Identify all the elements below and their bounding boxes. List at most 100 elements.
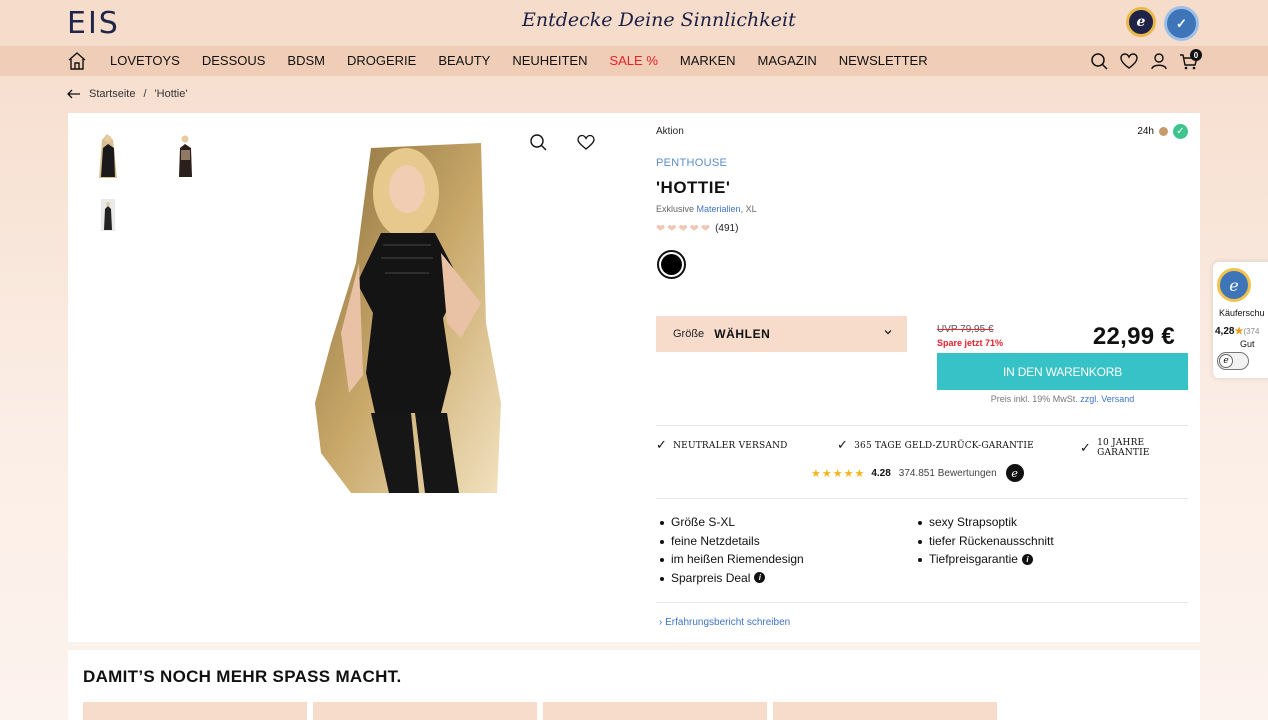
info-icon[interactable]: i — [1021, 553, 1033, 565]
nav-item-marken[interactable]: MARKEN — [680, 53, 736, 68]
nav-actions: 0 — [1089, 49, 1202, 72]
product-brand[interactable]: PENTHOUSE — [656, 157, 727, 169]
recommendation-card[interactable] — [313, 702, 537, 720]
feature-item: im heißen Riemendesign — [660, 552, 804, 566]
thumbnail-3[interactable] — [93, 197, 123, 233]
usp-money-back: ✓ 365 TAGE GELD-ZURÜCK-GARANTIE — [837, 438, 1034, 453]
nav-item-bdsm[interactable]: BDSM — [287, 53, 325, 68]
main-nav: LOVETOYS DESSOUS BDSM DROGERIE BEAUTY NE… — [0, 46, 1268, 76]
breadcrumb-separator: / — [143, 88, 147, 100]
delivery-time: 24h — [1137, 126, 1154, 137]
savings-label: Spare jetzt 71% — [937, 338, 1004, 348]
add-to-cart-button[interactable]: IN DEN WARENKORB — [937, 353, 1188, 390]
nav-item-dessous[interactable]: DESSOUS — [202, 53, 266, 68]
add-to-wishlist-heart-icon[interactable] — [577, 133, 595, 151]
nav-menu: LOVETOYS DESSOUS BDSM DROGERIE BEAUTY NE… — [110, 53, 950, 68]
shop-rating[interactable]: ★★★★★ 4.28 374.851 Bewertungen e — [811, 464, 1024, 482]
breadcrumb-current: 'Hottie' — [154, 88, 188, 100]
usp-warranty: ✓ 10 JAHRE GARANTIE — [1080, 438, 1188, 458]
product-title: 'HOTTIE' — [656, 178, 731, 197]
delivery-badge: 24h ✓ — [1137, 124, 1188, 139]
home-icon[interactable] — [67, 51, 87, 71]
usp-row: ✓ NEUTRALER VERSAND ✓ 365 TAGE GELD-ZURÜCK… — [656, 438, 1188, 458]
checkmark-icon: ✓ — [1173, 124, 1188, 139]
check-icon: ✓ — [837, 438, 849, 453]
rating-heart-icon: ❤ — [667, 223, 677, 235]
more-section: DAMIT’S NOCH MEHR SPASS MACHT. — [68, 650, 1200, 720]
usp-label: 10 JAHRE GARANTIE — [1097, 438, 1150, 458]
breadcrumb: Startseite / 'Hottie' — [67, 88, 187, 100]
feature-text: tiefer Rückenausschnitt — [929, 533, 1054, 548]
zoom-search-icon[interactable] — [529, 133, 547, 151]
cart-count-badge: 0 — [1190, 49, 1202, 61]
feature-item: feine Netzdetails — [660, 534, 804, 548]
nav-item-lovetoys[interactable]: LOVETOYS — [110, 53, 180, 68]
price-note-text: Preis inkl. 19% MwSt. — [990, 394, 1078, 404]
recommendation-card[interactable] — [83, 702, 307, 720]
account-user-icon[interactable] — [1149, 50, 1169, 72]
trusted-shops-toggle[interactable]: e — [1217, 352, 1249, 370]
trusted-shops-seal-icon: e — [1217, 268, 1251, 302]
product-card: Aktion 24h ✓ PENTHOUSE 'HOTTIE' Exklusiv… — [68, 113, 1200, 642]
feature-text: Tiefpreisgarantie — [929, 552, 1018, 566]
search-icon[interactable] — [1089, 50, 1109, 72]
thumbnail-1[interactable] — [93, 130, 123, 180]
shop-rating-reviews: 374.851 Bewertungen — [898, 467, 997, 479]
buyer-protection-label: Käuferschu — [1219, 308, 1265, 318]
feature-text: Größe S-XL — [671, 515, 736, 529]
divider — [656, 498, 1188, 499]
rating-heart-icon: ❤ — [656, 223, 666, 235]
trusted-e-badge-icon[interactable]: e — [1126, 7, 1156, 37]
divider — [656, 602, 1188, 603]
write-review-link[interactable]: › Erfahrungsbericht schreiben — [659, 617, 790, 628]
materials-link[interactable]: Materialien — [697, 204, 741, 214]
tagline: Entdecke Deine Sinnlichkeit — [522, 9, 796, 31]
feature-list-left: Größe S-XL feine Netzdetails im heißen R… — [660, 515, 804, 589]
feature-item: Tiefpreisgarantie i — [918, 552, 1054, 566]
price-note: Preis inkl. 19% MwSt. zzgl. Versand — [937, 394, 1188, 404]
nav-item-neuheiten[interactable]: NEUHEITEN — [512, 53, 587, 68]
color-swatch-black[interactable] — [657, 250, 686, 279]
size-select[interactable]: Größe WÄHLEN — [656, 316, 907, 352]
product-main-image[interactable] — [311, 143, 523, 493]
back-arrow-icon[interactable] — [67, 89, 81, 99]
nav-item-sale[interactable]: SALE % — [609, 53, 657, 68]
shipping-link[interactable]: zzgl. Versand — [1080, 394, 1134, 404]
uvp-price: UVP 79,95 € — [937, 324, 994, 335]
feature-text: Sparpreis Deal — [671, 570, 751, 585]
image-tools — [529, 133, 595, 151]
product-price: 22,99 € — [1092, 323, 1175, 350]
trusted-shops-widget[interactable]: e Käuferschu 4,28★(374 Gut e — [1213, 262, 1268, 378]
breadcrumb-home[interactable]: Startseite — [89, 88, 135, 100]
recommendation-card[interactable] — [543, 702, 767, 720]
trusted-shops-e-icon: e — [1005, 464, 1024, 482]
nav-item-drogerie[interactable]: DROGERIE — [347, 53, 416, 68]
info-icon[interactable]: i — [754, 572, 766, 583]
site-logo[interactable]: EIS — [67, 6, 120, 41]
nav-item-beauty[interactable]: BEAUTY — [438, 53, 490, 68]
feature-item: Größe S-XL — [660, 515, 804, 529]
rating-heart-icon: ❤ — [700, 223, 711, 235]
chevron-down-icon — [884, 330, 892, 335]
section-title: DAMIT’S NOCH MEHR SPASS MACHT. — [83, 667, 402, 686]
product-meta: Exklusive Materialien, XL — [656, 204, 757, 214]
product-rating[interactable]: ❤ ❤ ❤ ❤ ❤ (491) — [656, 222, 738, 235]
recommendation-card[interactable] — [773, 702, 997, 720]
trusted-shops-grade: Gut — [1240, 339, 1255, 349]
nav-item-newsletter[interactable]: NEWSLETTER — [839, 53, 928, 68]
thumbnail-2[interactable] — [170, 130, 200, 180]
divider — [656, 425, 1188, 426]
feature-text: sexy Strapsoptik — [929, 515, 1018, 529]
rating-count: (491) — [715, 223, 739, 234]
feature-text: feine Netzdetails — [671, 533, 760, 548]
aktion-label: Aktion — [656, 126, 684, 137]
rating-heart-icon: ❤ — [689, 223, 699, 235]
product-info: Aktion 24h ✓ PENTHOUSE 'HOTTIE' Exklusiv… — [656, 113, 1188, 642]
usp-shipping: ✓ NEUTRALER VERSAND — [656, 438, 788, 453]
wishlist-heart-icon[interactable] — [1119, 50, 1139, 72]
e-icon: e — [1219, 354, 1233, 368]
nav-item-magazin[interactable]: MAGAZIN — [758, 53, 817, 68]
check-icon: ✓ — [656, 438, 668, 453]
cart-button[interactable]: 0 — [1179, 49, 1202, 72]
quality-seal-icon[interactable]: ✓ — [1164, 6, 1199, 41]
